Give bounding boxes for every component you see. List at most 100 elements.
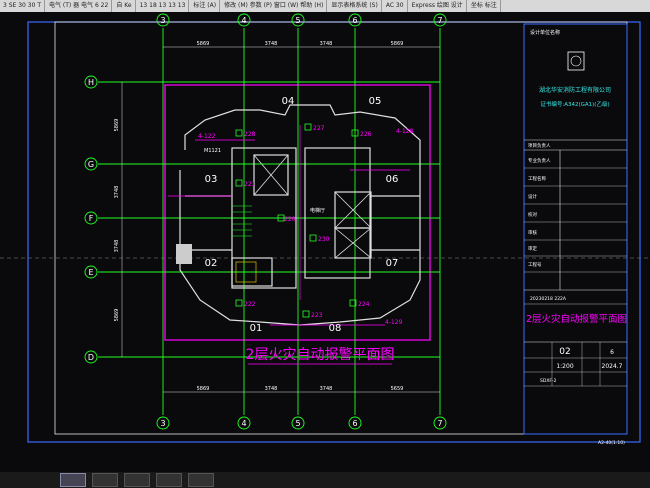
grid-label: 4 [241,16,246,25]
manual-alarm-label: 4-122 [198,133,216,140]
grid-label: 5 [295,16,300,25]
dim-text: 5869 [114,309,120,322]
sheet-size-label: A2-40(1:10) [598,440,625,446]
smoke-detectors: 228 227 226 222 223 224 220 230 221 [235,123,372,319]
taskbar-app[interactable] [188,473,214,487]
detector-label: 227 [313,125,325,132]
grid-label: 5 [295,419,300,428]
detector-label: 221 [244,181,256,188]
tb-row-label: 审核 [528,229,537,236]
columns [176,244,192,264]
grid-bubbles-top: 3 4 5 6 7 [156,13,447,27]
detector-label: 224 [358,301,370,308]
smoke-detector-icon [235,299,243,307]
toolbar-item[interactable]: 13 18 13 13 13 [137,0,190,12]
detector-label: 220 [284,216,296,223]
tb-label: 设计单位名称 [530,29,560,36]
elevator-shafts [253,154,372,259]
toolbar-item[interactable]: 显示表格系统 (S) [328,0,382,12]
grid-label: F [89,214,94,223]
taskbar-app[interactable] [92,473,118,487]
tb-row-label: 工程名称 [528,175,546,182]
tb-row-label: 专业负责人 [528,157,551,164]
dim-text: 3748 [265,386,278,392]
door-label: M1121 [204,148,221,154]
dim-text: 5869 [197,386,210,392]
date-value: 2024.7 [602,363,623,370]
taskbar-app-cad[interactable] [60,473,86,487]
smoke-detector-icon [235,179,243,187]
grid-label: 4 [241,419,246,428]
toolbar-item[interactable]: 自 Ke [113,0,136,12]
sheet-title: 2层火灾自动报警平面图 [526,313,627,325]
project-number: 20230218 222A [530,296,567,302]
tb-row-label: 设计 [528,193,537,200]
company-name: 湖北华安消防工程有限公司 [539,86,611,94]
toolbar-item[interactable]: Express 绘图 设计 [409,0,467,12]
grid-label: 6 [352,16,357,25]
smoke-detector-icon [235,129,243,137]
toolbar-item[interactable]: AC 30 [383,0,408,12]
grid-label: D [88,353,94,362]
cad-menu-toolbar: 3 SE 30 30 T 电气 (T) 器 电气 6 22 自 Ke 13 18… [0,0,650,12]
grid-label: E [88,268,93,277]
detector-label: 223 [311,312,323,319]
detector-label: 226 [360,131,372,138]
title-block: 设计单位名称 湖北华安消防工程有限公司 证书编号:A342(GA1)(乙级) 项… [523,23,628,446]
grid-label: H [88,78,94,87]
tb-row-label: 项目负责人 [528,142,551,149]
dim-text: 5869 [197,41,210,47]
dim-text: 3748 [320,41,333,47]
room-number: 01 [250,323,263,334]
cad-drawing-canvas[interactable]: 3 4 5 6 7 3 4 5 6 7 H G F E D 5869 3748 … [0,12,650,472]
grid-label: G [88,160,94,169]
toolbar-item[interactable]: 3 SE 30 30 T [0,0,45,12]
toolbar-item[interactable]: 修改 (M) 参数 (P) 窗口 (W) 帮助 (H) [221,0,328,12]
smoke-detector-icon [302,310,310,318]
grid-label: 7 [437,419,442,428]
elevator-hall-label: 电梯厅 [310,207,325,214]
manual-alarm-label: 4-129 [385,319,403,326]
drawing-title: 2层火灾自动报警平面图 [246,346,395,363]
scale-value: 1:200 [556,363,573,370]
room-number: 03 [205,174,218,185]
grid-bubbles-left: H G F E D [84,75,98,364]
room-number: 02 [205,258,218,269]
manual-alarm-label: 4-128 [396,128,414,135]
smoke-detector-icon [304,123,312,131]
dim-text: 3748 [265,41,278,47]
grid-label: 7 [437,16,442,25]
dim-text: 5659 [391,386,404,392]
manual-alarm-labels: 4-122 4-128 4-129 M1121 电梯厅 [198,128,414,326]
room-number: 04 [282,96,295,107]
tb-row-label: 校对 [528,211,537,218]
grid-label: 3 [160,16,165,25]
certificate-no: 证书编号:A342(GA1)(乙级) [540,100,609,108]
taskbar [0,472,650,488]
dim-text: 3748 [114,240,120,253]
grid-bubbles-bottom: 3 4 5 6 7 [156,416,447,430]
building-outline [164,84,431,341]
sheet-number: 02 [559,347,570,357]
tb-row-label: 工程号 [528,261,542,268]
grid-label: 3 [160,419,165,428]
tb-row-label: 审定 [528,245,537,252]
grid-label: 6 [352,419,357,428]
footer-number: SDXF-2 [540,378,557,384]
toolbar-item[interactable]: 标注 (A) [190,0,221,12]
taskbar-app[interactable] [124,473,150,487]
toolbar-item[interactable]: 坐标 标注 [468,0,501,12]
toolbar-item[interactable]: 电气 (T) 器 电气 6 22 [46,0,113,12]
detector-label: 222 [244,301,256,308]
detector-label: 228 [244,131,256,138]
room-number: 07 [386,258,399,269]
taskbar-app[interactable] [156,473,182,487]
dim-text: 5869 [114,119,120,132]
room-number: 05 [369,96,382,107]
room-number: 08 [329,323,342,334]
smoke-detector-icon [309,234,317,242]
dim-text: 5869 [391,41,404,47]
detector-label: 230 [318,236,330,243]
sheet-count: 6 [610,349,614,356]
room-number: 06 [386,174,399,185]
